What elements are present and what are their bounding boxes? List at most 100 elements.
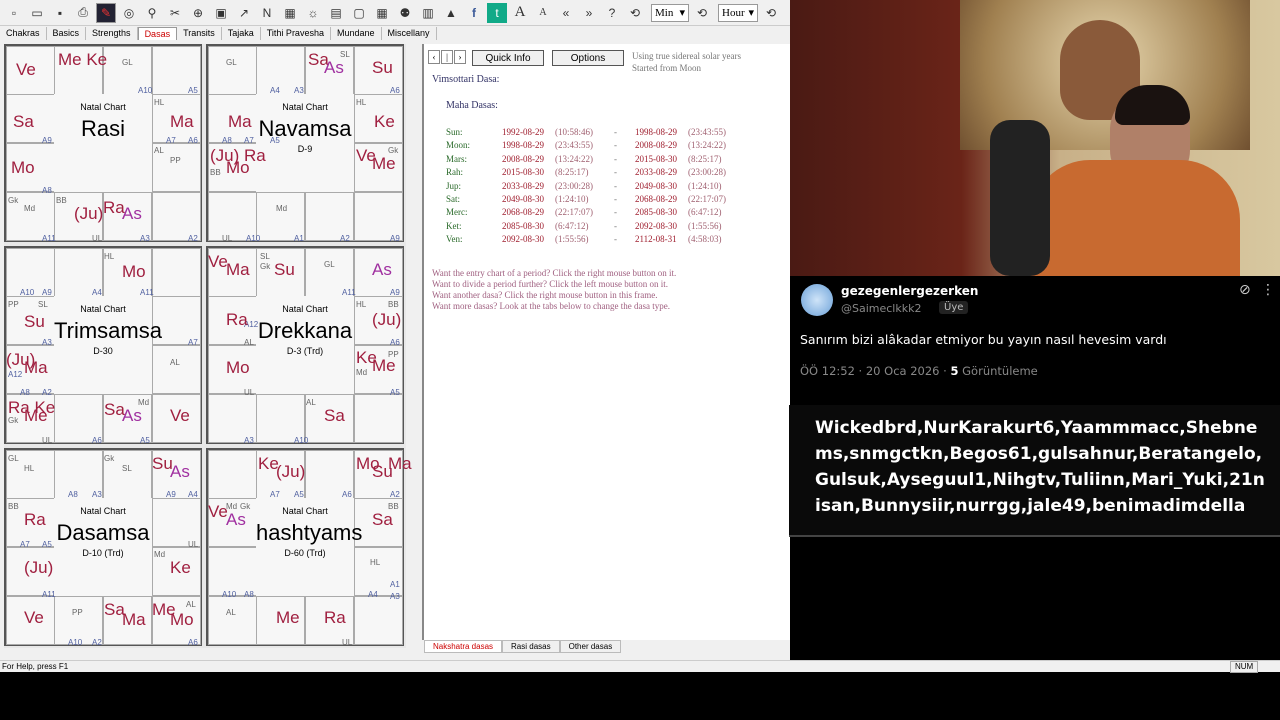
house-cell[interactable] — [208, 450, 257, 499]
dasa-row[interactable]: Rah: 2015-08-30 (8:25:17) - 2033-08-29 (23:00… — [446, 167, 786, 180]
tab-miscellany[interactable]: Miscellany — [382, 27, 437, 40]
options-button[interactable]: Options — [552, 50, 624, 66]
dasa-row[interactable]: Ket: 2085-08-30 (6:47:12) - 2092-08-30 (1:55:… — [446, 221, 786, 234]
tab-tajaka[interactable]: Tajaka — [222, 27, 261, 40]
arrow-icon[interactable]: ↗ — [234, 3, 254, 23]
chart-trimsamsa[interactable]: Natal Chart Trimsamsa D-30 HL A10 A9 A4 A11 PP SL… — [4, 246, 202, 445]
grid-icon[interactable]: ▦ — [280, 3, 300, 23]
new-icon[interactable]: ▫ — [4, 3, 24, 23]
chart-mark: A1 — [390, 580, 400, 589]
tweet-icon[interactable]: t — [487, 2, 507, 23]
chart-division: D-3 (Trd) — [286, 346, 324, 356]
dasa-dash: - — [614, 153, 617, 164]
more-icon[interactable]: ⋮ — [1261, 282, 1275, 298]
chart-mark: HL — [104, 252, 115, 261]
chat-overlay: Wickedbrd,NurKarakurt6,Yaammmacc,Shebnem… — [789, 405, 1280, 537]
house-cell[interactable] — [354, 394, 403, 443]
sb-icon[interactable]: ▤ — [326, 3, 346, 23]
chart-dasamsa[interactable]: Natal Chart Dasamsa D-10 (Trd) GL HL Gk SL A8 A3… — [4, 448, 202, 647]
chart-center: Natal Chart Rasi — [54, 94, 152, 192]
data-icon[interactable]: ◎ — [119, 3, 139, 23]
house-cell[interactable] — [354, 596, 403, 645]
chart-mark: A6 — [342, 490, 352, 499]
people-icon[interactable]: ⚉ — [395, 3, 415, 23]
quick-info-button[interactable]: Quick Info — [472, 50, 544, 66]
step2-icon[interactable]: ⟲ — [692, 3, 712, 23]
chart-division: D-30 — [93, 346, 113, 356]
zoom-icon[interactable]: ⚲ — [142, 3, 162, 23]
tools-icon[interactable]: ✂ — [165, 3, 185, 23]
dasa-end-time: (22:17:07) — [688, 194, 726, 204]
house-cell[interactable] — [152, 248, 201, 297]
open-icon[interactable]: ▭ — [27, 3, 47, 23]
dasa-row[interactable]: Mars: 2008-08-29 (13:24:22) - 2015-08-30 (8:2… — [446, 154, 786, 167]
chart-mark: A7 — [270, 490, 280, 499]
dasa-row[interactable]: Jup: 2033-08-29 (23:00:28) - 2049-08-30 (1:24… — [446, 181, 786, 194]
sun-icon[interactable]: ☼ — [303, 3, 323, 23]
dasa-row[interactable]: Ven: 2092-08-30 (1:55:56) - 2112-08-31 (4:58:… — [446, 234, 786, 247]
step3-icon[interactable]: ⟲ — [761, 3, 781, 23]
chart-mark: Md — [154, 550, 166, 559]
dasa-end: 2068-08-29 — [635, 194, 677, 204]
font-small-icon[interactable]: A — [533, 3, 553, 23]
chart-mark: A5 — [390, 388, 400, 397]
tab-basics[interactable]: Basics — [47, 27, 87, 40]
chart-caption: Natal Chart — [80, 102, 126, 112]
dasa-dash: - — [614, 140, 617, 151]
dasa-start-time: (1:24:10) — [555, 194, 589, 204]
dasa-row[interactable]: Sat: 2049-08-30 (1:24:10) - 2068-08-29 (22:17… — [446, 194, 786, 207]
sp-icon[interactable]: ▣ — [211, 3, 231, 23]
print-icon[interactable]: ⎙ — [73, 3, 93, 23]
house-cell[interactable] — [208, 46, 257, 95]
house-cell[interactable] — [208, 596, 257, 645]
chart-mark: A2 — [340, 234, 350, 243]
house-cell[interactable] — [208, 547, 257, 596]
facebook-icon[interactable]: f — [464, 3, 484, 23]
dasa-row[interactable]: Sun: 1992-08-29 (10:58:46) - 1998-08-29 (23:4… — [446, 127, 786, 140]
tab-dasas[interactable]: Dasas — [137, 27, 178, 40]
chart-hashtyams[interactable]: Natal Chart hashtyams D-60 (Trd) A7 A5 A6 A2 Md… — [206, 448, 412, 647]
table-icon[interactable]: ▦ — [372, 3, 392, 23]
chart-mark: A8 — [20, 388, 30, 397]
book-icon[interactable]: ▥ — [418, 3, 438, 23]
dasa-planet: Mars: — [446, 153, 467, 164]
next-button[interactable]: › — [454, 50, 466, 64]
dasa-row[interactable]: Moon: 1998-08-29 (23:43:55) - 2008-08-29 (13:… — [446, 140, 786, 153]
dasa-panel[interactable]: ‹ | › Quick Info Options Using true side… — [422, 44, 790, 640]
house-cell[interactable] — [152, 345, 201, 394]
planet-label: Me Ke — [58, 50, 108, 69]
globe-icon[interactable]: ⊕ — [188, 3, 208, 23]
tab-tithi-pravesha[interactable]: Tithi Pravesha — [261, 27, 331, 40]
tab-other-dasas[interactable]: Other dasas — [559, 640, 622, 653]
tab-chakras[interactable]: Chakras — [0, 27, 47, 40]
unit-select[interactable]: Min ▾ — [651, 3, 689, 22]
tab-mundane[interactable]: Mundane — [331, 27, 382, 40]
tab-nakshatra-dasas[interactable]: Nakshatra dasas — [424, 640, 503, 653]
n-icon[interactable]: N — [257, 3, 277, 23]
chart-edit-icon[interactable]: ✎ — [96, 2, 116, 23]
save-icon[interactable]: ▪ — [50, 3, 70, 23]
pause-button[interactable]: | — [441, 50, 453, 64]
back-icon[interactable]: « — [556, 3, 576, 23]
tab-strengths[interactable]: Strengths — [86, 27, 138, 40]
planet-label: Mo — [122, 262, 146, 281]
dasa-start: 2015-08-30 — [502, 167, 544, 178]
font-large-icon[interactable]: A — [510, 3, 530, 23]
tab-rasi-dasas[interactable]: Rasi dasas — [502, 640, 560, 653]
unit2-select[interactable]: Hour ▾ — [718, 3, 758, 22]
prev-button[interactable]: ‹ — [428, 50, 440, 64]
chart-rasi[interactable]: Natal Chart Rasi GL A10 A5 A9 A7 A6 HL AL PP A8 Gk Md… — [4, 44, 266, 243]
dasa-row[interactable]: Merc: 2068-08-29 (22:17:07) - 2085-08-30 (6:4… — [446, 207, 786, 220]
planet-label: As — [226, 510, 246, 529]
forward-icon[interactable]: » — [579, 3, 599, 23]
grok-icon[interactable]: ⊘ — [1239, 282, 1251, 298]
chart-drekkana[interactable]: Natal Chart Drekkana D-3 (Trd) SL GL Gk A11 A9 B… — [206, 246, 404, 445]
chart-navamsa[interactable]: Natal Chart Navamsa D-9 GL SL A4 A3 A6 HL A8 A7 A5 B… — [206, 44, 404, 243]
fire-icon[interactable]: ▲ — [441, 3, 461, 23]
help-icon[interactable]: ? — [602, 3, 622, 23]
square-icon[interactable]: ▢ — [349, 3, 369, 23]
tab-transits[interactable]: Transits — [177, 27, 222, 40]
planet-label: Ma — [226, 260, 250, 279]
step-icon[interactable]: ⟲ — [625, 3, 645, 23]
dasa-end-time: (1:24:10) — [688, 180, 722, 191]
